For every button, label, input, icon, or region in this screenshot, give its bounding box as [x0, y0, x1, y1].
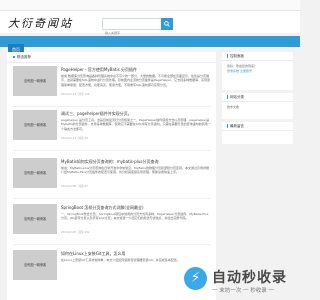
article-meta: 2024-02-08 · 阅读 87	[61, 185, 88, 188]
article-title[interactable]: 如何在Linux上安装Git工具，怎么用	[61, 251, 126, 257]
sidebar-title: 最新留言	[222, 122, 293, 131]
sidebar-title-text: 控制面板	[230, 54, 244, 58]
divider	[13, 244, 211, 245]
article-title[interactable]: PageHelper - 官方使用MyBatis 分页插件	[61, 67, 137, 73]
accent-bar	[227, 95, 228, 99]
article-meta: 2024-02-11 · 阅读 98	[61, 137, 88, 140]
sidebar-categories: 网站分类 技术文章	[222, 93, 293, 119]
accent-bar	[227, 54, 228, 58]
accent-bar	[227, 124, 228, 128]
article-excerpt: pagehelper 是分页工具，这是目前最流行分页框架之一，PageHelpe…	[61, 118, 211, 131]
article-excerpt: 前言：MyBatis-plus分页查询在日常开发中非常常见，MyBatis的物理…	[61, 166, 209, 175]
main-nav: 首页	[0, 36, 300, 55]
article-item[interactable]: 没有图一朝博客 MyBatis如何实现分页查询的：mybatis-plus分页查…	[13, 158, 213, 198]
divider	[13, 106, 211, 107]
article-meta: 2024-02-05 · 阅读 152	[61, 231, 90, 234]
sidebar-control-panel: 控制面板 您好，欢迎您的到来！ 登录系统 注册账号	[222, 52, 293, 90]
divider	[13, 150, 211, 151]
square-icon	[13, 56, 15, 58]
article-thumbnail[interactable]: 没有图一朝博客	[13, 66, 57, 96]
article-title[interactable]: SpringBoot 怎样分页查询方式详解(全网最全)	[61, 205, 144, 211]
article-thumbnail[interactable]: 没有图一朝博客	[13, 204, 57, 234]
article-item[interactable]: 没有图一朝博客 调试三、pagehelper插件并实现分页。 pagehelpe…	[13, 110, 213, 150]
search-icon	[164, 20, 170, 27]
article-excerpt: 前言 数据库分页查询是各种管理系统中必不可少的一部分，大量的数据，不可能全部在页…	[61, 74, 211, 87]
article-item[interactable]: 没有图一朝博客 SpringBoot 怎样分页查询方式详解(全网最全) 一、Sp…	[13, 204, 213, 244]
watermark: ⚡ 自动秒收录 一 末坊一次 一 秒收录 一	[183, 264, 300, 300]
section-title: 精选推荐	[7, 52, 216, 63]
search-button[interactable]	[161, 18, 173, 30]
article-list: 精选推荐 没有图一朝博客 PageHelper - 官方使用MyBatis 分页…	[7, 52, 216, 300]
watermark-title: 自动秒收录	[212, 270, 287, 286]
article-title[interactable]: MyBatis如何实现分页查询的：mybatis-plus分页查询	[61, 159, 159, 165]
article-meta: 2024-02-13 · 阅读 126	[61, 93, 90, 96]
watermark-badge-icon: ⚡	[184, 267, 207, 290]
sidebar-title-text: 最新留言	[230, 124, 244, 128]
login-register-links[interactable]: 登录系统 注册账号	[222, 69, 293, 74]
sidebar-title: 网站分类	[222, 93, 293, 102]
sidebar-title: 控制面板	[222, 52, 293, 61]
article-item[interactable]: 没有图一朝博客 PageHelper - 官方使用MyBatis 分页插件 前言…	[13, 66, 213, 106]
article-thumbnail[interactable]: 没有图一朝博客	[13, 158, 57, 188]
article-thumbnail[interactable]: 没有图一朝博客	[13, 110, 57, 140]
header: 大衍奇闻站	[0, 11, 300, 38]
watermark-subtitle: 一 末坊一次 一 秒收录 一	[212, 288, 274, 294]
sidebar-latest-comments: 最新留言	[222, 122, 293, 144]
section-title-text: 精选推荐	[17, 55, 31, 59]
search-box	[102, 18, 162, 38]
sidebar-item-category[interactable]: 技术文章	[222, 105, 293, 110]
article-excerpt: 一、SpringBoot整合分页。SpringBoot项目中常用的分页方式有多种…	[61, 212, 209, 221]
article-title[interactable]: 调试三、pagehelper插件并实现分页。	[61, 111, 132, 117]
top-bar: 专业编程教程与实战项目分享平台	[0, 0, 300, 16]
divider	[13, 198, 211, 199]
article-thumbnail[interactable]: 没有图一朝博客	[13, 250, 57, 280]
sidebar-title-text: 网站分类	[230, 95, 244, 99]
site-logo[interactable]: 大衍奇闻站	[8, 15, 73, 31]
